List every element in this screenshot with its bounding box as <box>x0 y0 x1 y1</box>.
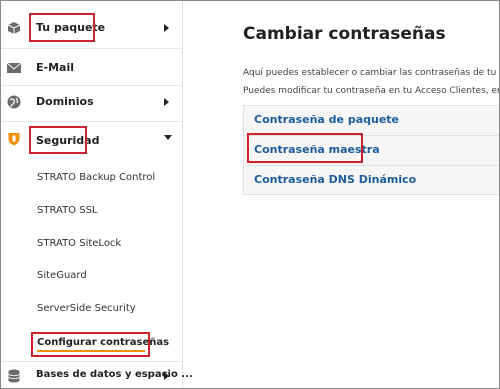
chevron-right-icon <box>164 24 169 32</box>
sidebar-subitem-backup-control[interactable]: STRATO Backup Control <box>37 172 155 183</box>
email-icon <box>7 61 21 75</box>
package-icon <box>7 21 21 35</box>
sidebar-item-email[interactable]: E-Mail <box>1 57 182 79</box>
highlight-box <box>29 13 95 42</box>
sidebar: Tu paquete E-Mail Dominios Seguridad STR… <box>1 1 193 388</box>
description-text: Aquí puedes establecer o cambiar las con… <box>243 68 500 78</box>
sidebar-subitem-siteguard[interactable]: SiteGuard <box>37 270 87 281</box>
divider <box>1 48 182 49</box>
globe-icon <box>7 95 21 109</box>
chevron-right-icon <box>164 372 169 380</box>
sidebar-item-label: E-Mail <box>36 61 74 74</box>
divider <box>1 361 182 362</box>
divider <box>1 121 182 122</box>
main-content: Cambiar contraseñas Aquí puedes establec… <box>183 1 499 388</box>
option-contrasena-paquete[interactable]: Contraseña de paquete <box>243 105 499 135</box>
sidebar-subitem-ssl[interactable]: STRATO SSL <box>37 205 98 216</box>
chevron-right-icon <box>164 98 169 106</box>
divider <box>1 85 182 86</box>
description-text: Puedes modificar tu contraseña en tu Acc… <box>243 86 500 96</box>
shield-icon <box>7 132 21 146</box>
database-icon <box>7 369 21 383</box>
highlight-box <box>29 126 87 154</box>
highlight-box <box>247 133 363 163</box>
sidebar-item-label: Dominios <box>36 95 94 108</box>
sidebar-subitem-sitelock[interactable]: STRATO SiteLock <box>37 238 121 249</box>
option-label: Contraseña DNS Dinámico <box>254 173 417 186</box>
sidebar-item-bases-de-datos[interactable]: Bases de datos y espacio ... <box>1 365 193 387</box>
option-contrasena-dns[interactable]: Contraseña DNS Dinámico <box>243 165 499 195</box>
highlight-box <box>31 332 150 357</box>
sidebar-item-dominios[interactable]: Dominios <box>1 91 182 113</box>
option-label: Contraseña de paquete <box>254 113 400 126</box>
app-window: Tu paquete E-Mail Dominios Seguridad STR… <box>0 0 500 389</box>
sidebar-item-label: Bases de datos y espacio ... <box>36 369 193 380</box>
page-title: Cambiar contraseñas <box>243 24 446 44</box>
chevron-down-icon <box>164 135 172 140</box>
sidebar-subitem-serverside-security[interactable]: ServerSide Security <box>37 303 136 314</box>
